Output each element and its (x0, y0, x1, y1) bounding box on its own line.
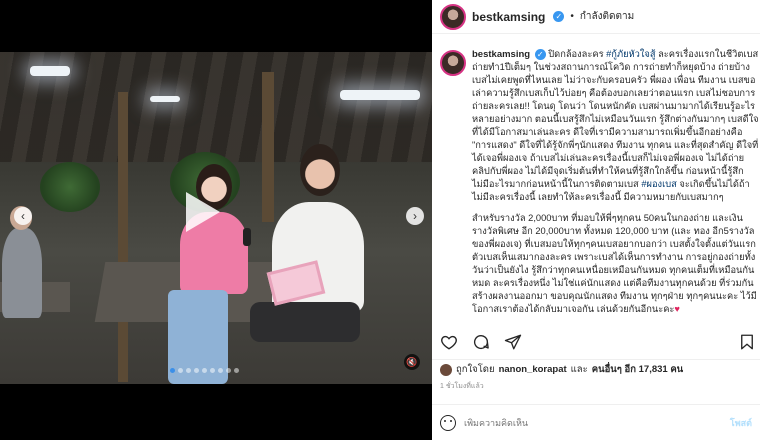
carousel-dot (170, 368, 175, 373)
bookmark-icon[interactable] (738, 333, 756, 351)
post-header: bestkamsing ✓ • กำลังติดตาม (432, 0, 760, 34)
caption-text-part: ละครเรื่องแรกในชีวิตเบส ถ่ายทำ1ปีเต็มๆ ใ… (472, 49, 759, 189)
header-username[interactable]: bestkamsing (472, 10, 545, 24)
caption-username[interactable]: bestkamsing (472, 49, 530, 60)
heart-emoji: ♥ (674, 304, 680, 314)
follow-status-button[interactable]: กำลังติดตาม (580, 9, 634, 24)
liker-username[interactable]: nanon_korapat (499, 364, 567, 375)
verified-badge-icon: ✓ (534, 49, 546, 61)
carousel-dot (178, 368, 183, 373)
hashtag-link[interactable]: #ผองเบส (641, 179, 677, 189)
scene-lamp (30, 66, 70, 76)
scene-post (262, 72, 274, 222)
caption-text-part: ปิดกล้องละคร (548, 49, 607, 59)
carousel-dot (234, 368, 239, 373)
comment-icon[interactable] (472, 333, 490, 351)
carousel-dot (210, 368, 215, 373)
scene-lamp (340, 90, 420, 100)
heart-icon[interactable] (440, 333, 458, 351)
comment-input[interactable] (464, 417, 722, 428)
carousel-dots (170, 368, 239, 373)
chevron-right-icon[interactable]: › (406, 207, 424, 225)
actor-head (300, 144, 340, 196)
carousel-dot (186, 368, 191, 373)
comment-bar: โพสต์ (432, 404, 760, 440)
microphone (243, 228, 251, 246)
hashtag-link[interactable]: #กู้ภัยหัวใจสู้ (606, 49, 655, 59)
caption-text-part: สำหรับรางวัล 2,000บาท ที่มอบให้พี่ๆทุกคน… (472, 213, 757, 314)
speaker-muted-icon[interactable]: 🔇 (404, 354, 420, 370)
avatar[interactable] (440, 3, 466, 30)
likes-prefix: ถูกใจโดย (456, 364, 495, 375)
verified-badge-icon: ✓ (553, 11, 565, 22)
crew-member (2, 228, 42, 318)
carousel-dot (194, 368, 199, 373)
actor-shorts (250, 302, 360, 342)
post-side-panel: bestkamsing ✓ • กำลังติดตาม bestkamsing … (432, 0, 760, 440)
action-bar (440, 330, 756, 354)
post-comment-button[interactable]: โพสต์ (730, 416, 752, 430)
caption-text: bestkamsing ✓ ปิดกล้องละคร #กู้ภัยหัวใจส… (472, 48, 760, 359)
scene-plant (40, 162, 100, 212)
caption-paragraph: สำหรับรางวัล 2,000บาท ที่มอบให้พี่ๆทุกคน… (472, 212, 760, 316)
post-caption: bestkamsing ✓ ปิดกล้องละคร #กู้ภัยหัวใจส… (432, 34, 760, 360)
smile-icon[interactable] (440, 414, 456, 431)
post-timestamp[interactable]: 1 ชั่วโมงที่แล้ว (440, 381, 484, 392)
header-separator: • (570, 11, 574, 22)
scene-lamp (150, 96, 180, 102)
play-icon[interactable] (186, 192, 220, 232)
chevron-left-icon[interactable]: ‹ (14, 207, 32, 225)
paper-plane-icon[interactable] (504, 333, 522, 351)
liker-avatar[interactable] (440, 363, 452, 376)
carousel-dot (226, 368, 231, 373)
likes-others-link[interactable]: คนอื่นๆ อีก 17,831 คน (592, 362, 683, 377)
post-media-area: ‹ › 🔇 (0, 0, 432, 440)
carousel-dot (202, 368, 207, 373)
likes-and: และ (570, 364, 588, 375)
likes-summary: ถูกใจโดย nanon_korapat และ คนอื่นๆ อีก 1… (440, 362, 683, 377)
carousel-dot (218, 368, 223, 373)
avatar[interactable] (440, 50, 466, 76)
scene-post (118, 92, 128, 382)
